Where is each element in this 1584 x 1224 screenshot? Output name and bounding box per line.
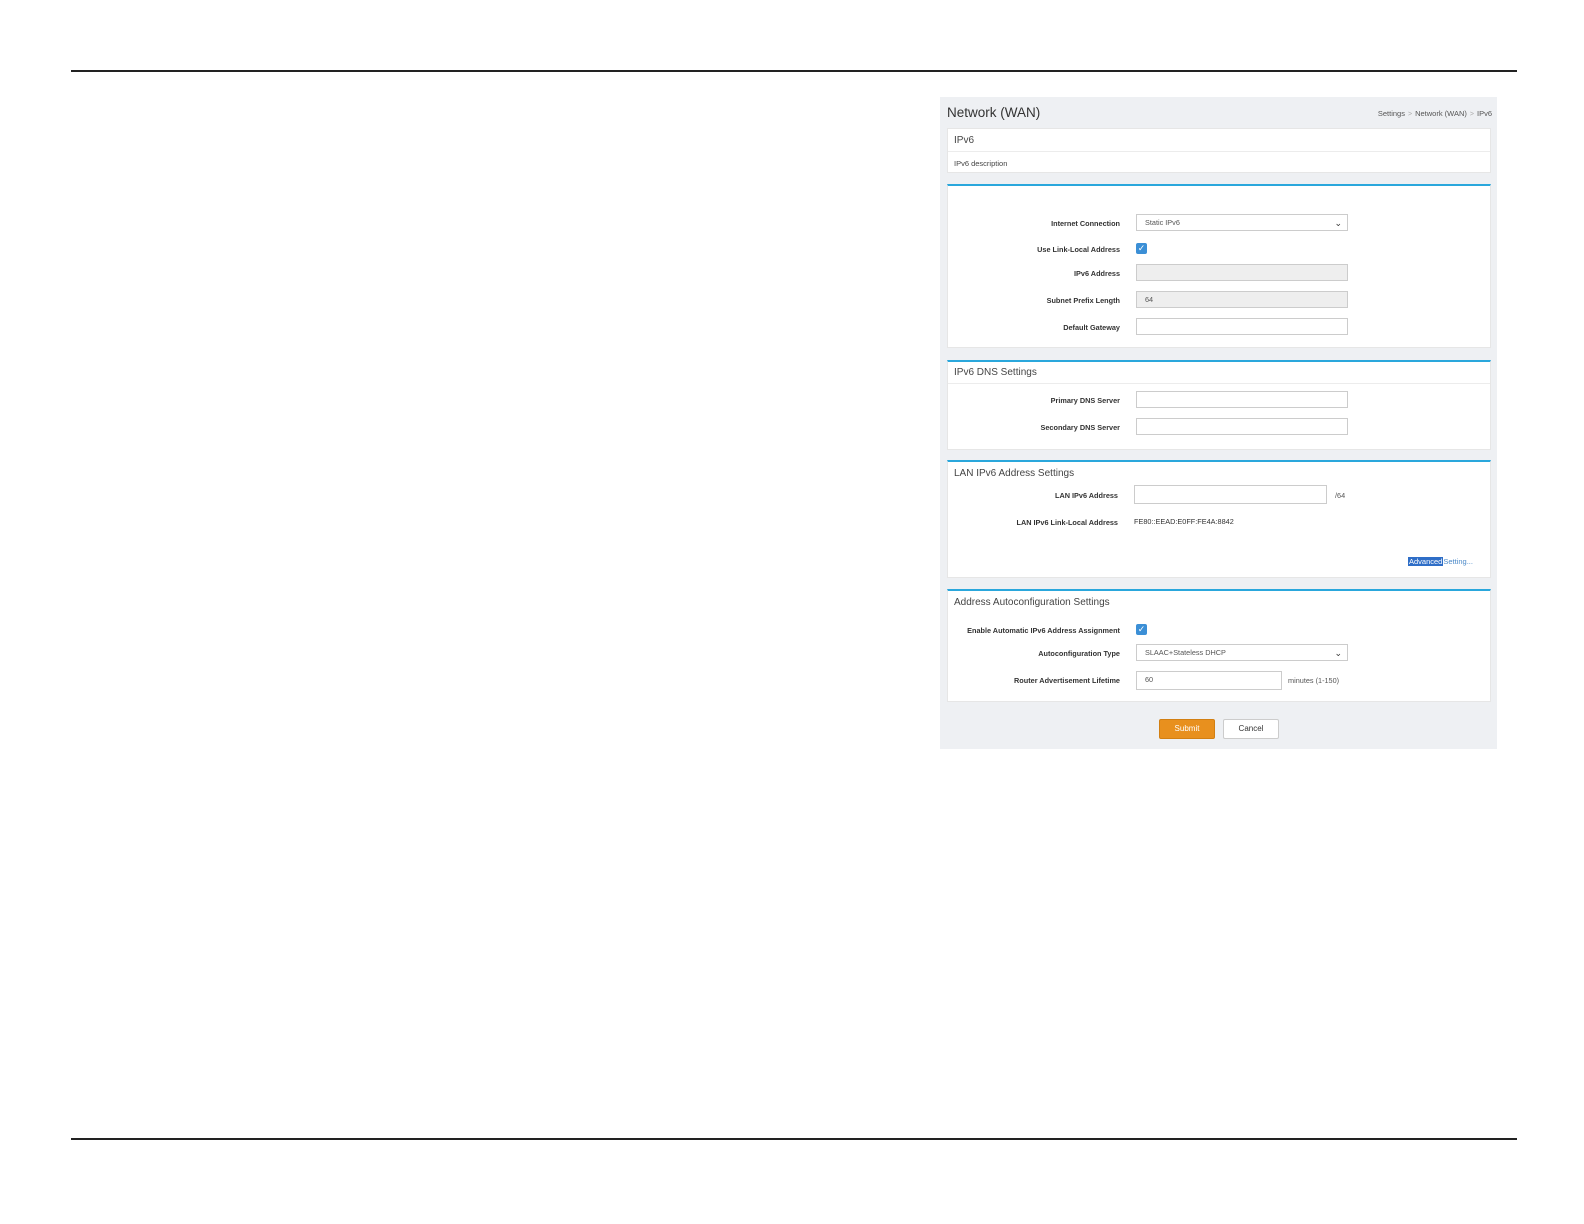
- checkmark-icon: ✓: [1137, 243, 1146, 253]
- primary-dns-field[interactable]: [1136, 391, 1348, 408]
- dns-heading: IPv6 DNS Settings: [954, 367, 1037, 378]
- internet-connection-label: Internet Connection: [1051, 219, 1120, 228]
- ra-lifetime-label: Router Advertisement Lifetime: [1014, 676, 1120, 685]
- page-header: Network (WAN) Settings > Network (WAN) > IPv…: [947, 97, 1492, 127]
- breadcrumb: Settings > Network (WAN) > IPv6: [1378, 109, 1492, 118]
- lan-ipv6-address-field[interactable]: [1134, 485, 1327, 504]
- prefix-suffix: /64: [1335, 491, 1346, 500]
- secondary-dns-label: Secondary DNS Server: [1040, 423, 1121, 432]
- submit-button[interactable]: Submit: [1159, 719, 1215, 739]
- lan-link-local-value: FE80::EEAD:E0FF:FE4A:8842: [1134, 517, 1234, 526]
- autoconf-panel: Address Autoconfiguration Settings Enabl…: [947, 589, 1491, 702]
- bottom-rule: [71, 1138, 1517, 1140]
- advanced-link-rest: Setting...: [1443, 557, 1473, 566]
- checkmark-icon: ✓: [1137, 624, 1146, 634]
- divider: [948, 151, 1490, 152]
- router-settings-screenshot: Network (WAN) Settings > Network (WAN) > IPv…: [940, 97, 1497, 749]
- breadcrumb-separator: >: [1407, 111, 1413, 118]
- divider: [948, 383, 1490, 384]
- prefix-length-label: Subnet Prefix Length: [1046, 296, 1120, 305]
- cancel-button[interactable]: Cancel: [1223, 719, 1279, 739]
- lan-panel: LAN IPv6 Address Settings LAN IPv6 Addre…: [947, 460, 1491, 578]
- dns-panel: IPv6 DNS Settings Primary DNS Server Sec…: [947, 360, 1491, 450]
- intro-description: IPv6 description: [954, 159, 1008, 168]
- ipv6-address-label: IPv6 Address: [1074, 269, 1120, 278]
- breadcrumb-item-network-wan[interactable]: Network (WAN): [1415, 109, 1467, 118]
- intro-heading: IPv6: [954, 135, 975, 146]
- breadcrumb-item-settings[interactable]: Settings: [1378, 109, 1405, 118]
- ra-lifetime-hint: minutes (1-150): [1288, 676, 1340, 685]
- link-local-checkbox[interactable]: ✓: [1136, 243, 1147, 254]
- link-local-label: Use Link-Local Address: [1037, 245, 1120, 254]
- chevron-down-icon: ⌄: [1334, 648, 1342, 658]
- prefix-length-field[interactable]: 64: [1136, 291, 1348, 308]
- internet-connection-value: Static IPv6: [1145, 218, 1180, 227]
- ipv6-address-field[interactable]: [1136, 264, 1348, 281]
- lan-link-local-label: LAN IPv6 Link-Local Address: [1016, 518, 1118, 527]
- default-gateway-field[interactable]: [1136, 318, 1348, 335]
- chevron-down-icon: ⌄: [1334, 218, 1342, 228]
- top-rule: [71, 70, 1517, 72]
- connection-panel: Internet Connection Static IPv6 ⌄ Use Li…: [947, 184, 1491, 348]
- autoconf-type-label: Autoconfiguration Type: [1038, 649, 1120, 658]
- advanced-setting-link[interactable]: AdvancedSetting...: [1408, 557, 1473, 566]
- intro-panel: IPv6 IPv6 description: [947, 128, 1491, 173]
- secondary-dns-field[interactable]: [1136, 418, 1348, 435]
- autoconf-type-value: SLAAC+Stateless DHCP: [1145, 648, 1226, 657]
- default-gateway-label: Default Gateway: [1063, 323, 1120, 332]
- autoconf-heading: Address Autoconfiguration Settings: [954, 597, 1110, 608]
- breadcrumb-item-ipv6: IPv6: [1476, 109, 1492, 118]
- primary-dns-label: Primary DNS Server: [1050, 396, 1120, 405]
- page-title: Network (WAN): [947, 105, 1041, 120]
- internet-connection-select[interactable]: Static IPv6 ⌄: [1136, 214, 1348, 231]
- advanced-link-highlight: Advanced: [1408, 557, 1444, 566]
- breadcrumb-separator: >: [1469, 111, 1474, 118]
- lan-ipv6-address-label: LAN IPv6 Address: [1055, 491, 1118, 500]
- enable-autoassign-checkbox[interactable]: ✓: [1136, 624, 1147, 635]
- enable-autoassign-label: Enable Automatic IPv6 Address Assignment: [967, 626, 1120, 635]
- ra-lifetime-field[interactable]: 60: [1136, 671, 1282, 690]
- lan-heading: LAN IPv6 Address Settings: [954, 468, 1075, 479]
- autoconf-type-select[interactable]: SLAAC+Stateless DHCP ⌄: [1136, 644, 1348, 661]
